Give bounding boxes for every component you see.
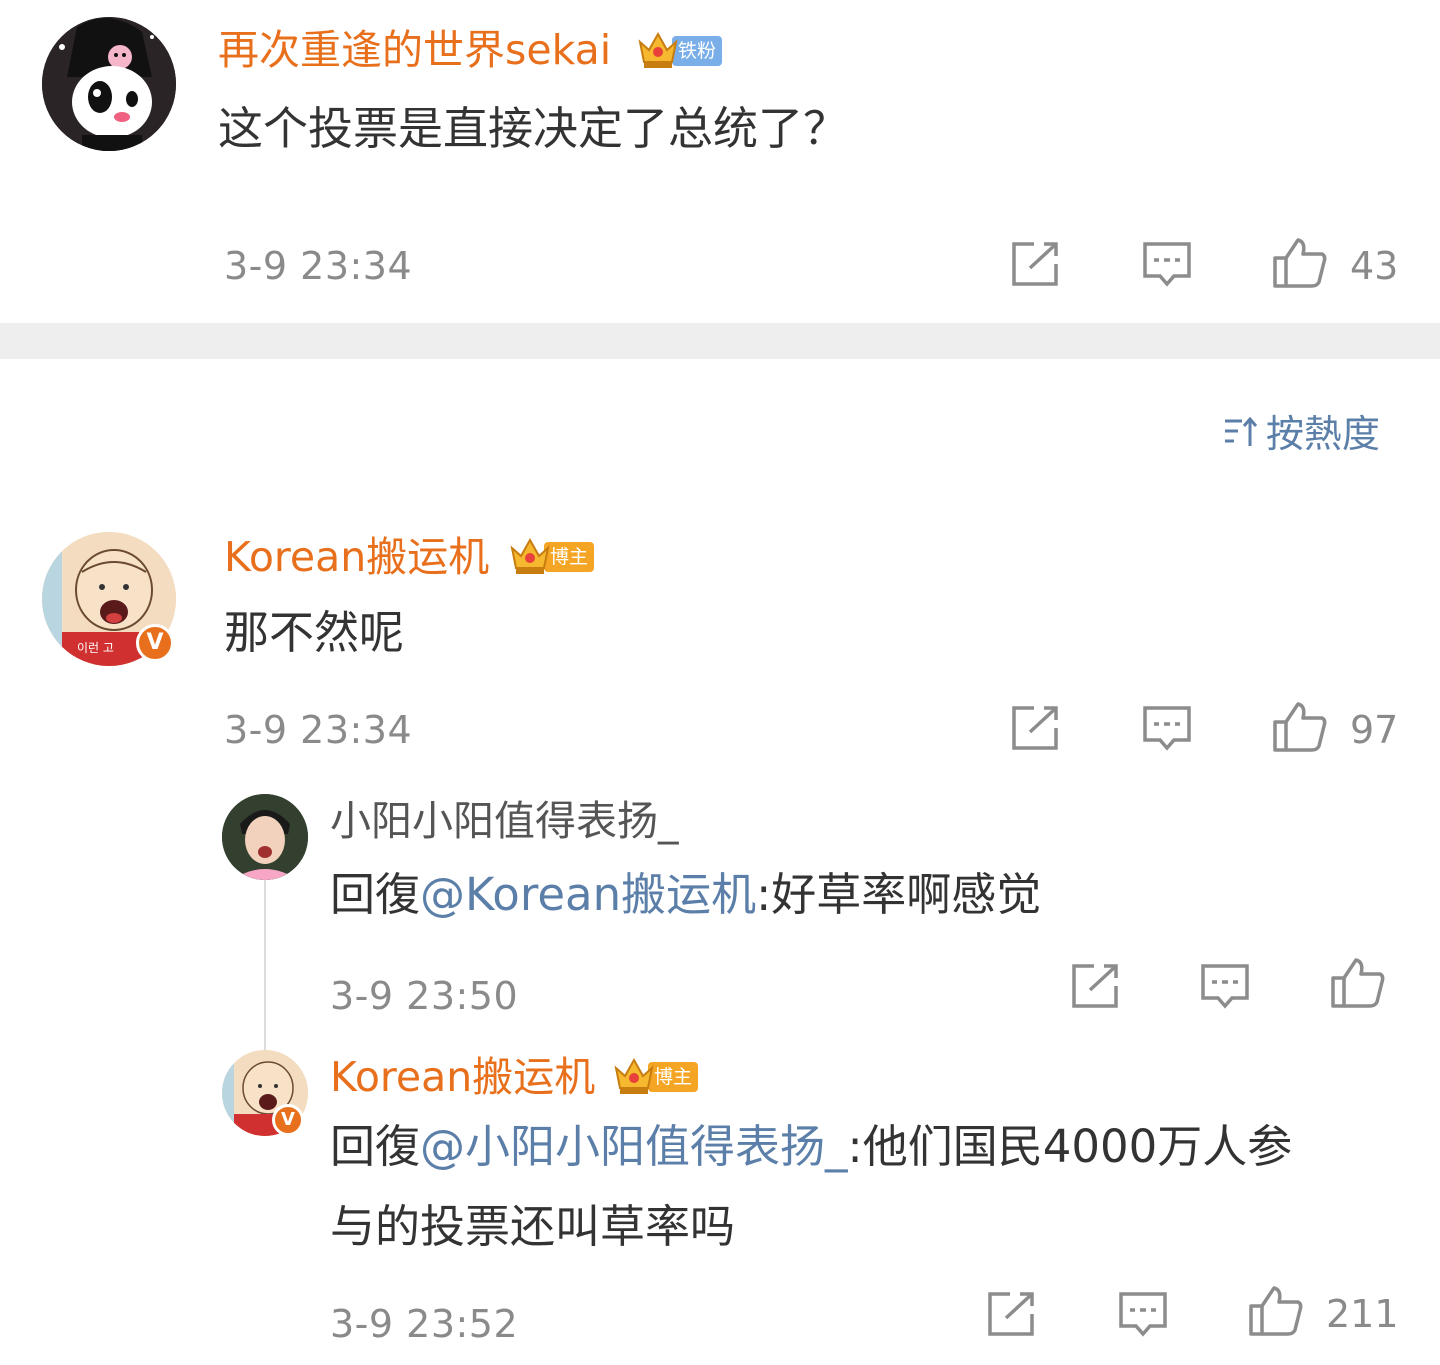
like-icon[interactable] [1272,700,1328,754]
reply-prefix: 回復 [330,1120,421,1173]
reply-body: :好草率啊感觉 [756,868,1042,921]
mention-link[interactable]: @Korean搬运机 [420,868,756,921]
sort-toggle[interactable]: 按熱度 [1222,410,1380,458]
comment-icon[interactable] [1200,962,1250,1012]
crown-icon [612,1054,656,1100]
reply-text: 回復@Korean搬运机:好草率啊感觉 [330,866,1041,924]
comment-icon[interactable] [1142,240,1192,290]
timestamp: 3-9 23:34 [224,244,413,288]
crown-icon [508,534,552,580]
comment-text: 那不然呢 [224,606,405,659]
username[interactable]: Korean搬运机 [224,530,489,584]
comment-icon[interactable] [1118,1290,1168,1340]
timestamp: 3-9 23:52 [330,1302,519,1346]
reply-text-line2: 与的投票还叫草率吗 [330,1200,736,1253]
username[interactable]: 再次重逢的世界sekai [218,24,611,76]
person-avatar-icon [222,794,308,880]
reply-text: 回復@小阳小阳值得表扬_:他们国民4000万人参 [330,1118,1292,1176]
share-icon[interactable] [986,1290,1036,1338]
username[interactable]: Korean搬运机 [330,1050,595,1104]
kuromi-avatar-icon [42,17,176,151]
like-count: 43 [1350,244,1399,288]
username[interactable]: 小阳小阳值得表扬_ [330,794,679,848]
section-divider [0,323,1440,359]
sort-label: 按熱度 [1266,412,1381,456]
svg-text:이런 고: 이런 고 [77,641,114,655]
verified-badge: V [136,624,174,662]
blogger-badge[interactable]: 博主 [508,534,595,580]
avatar-kuromi[interactable] [42,17,176,151]
sort-icon [1222,414,1258,454]
share-icon[interactable] [1070,962,1120,1010]
verified-badge: V [272,1104,304,1136]
like-icon[interactable] [1272,236,1328,290]
like-count: 211 [1326,1292,1399,1336]
share-icon[interactable] [1010,704,1060,752]
comment-text: 这个投票是直接决定了总统了？ [218,102,849,155]
avatar-person[interactable] [222,794,308,880]
share-icon[interactable] [1010,240,1060,288]
like-icon[interactable] [1248,1284,1304,1338]
blogger-badge[interactable]: 博主 [612,1054,699,1100]
comment-icon[interactable] [1142,704,1192,754]
crown-icon [636,28,680,74]
like-count: 97 [1350,708,1399,752]
timestamp: 3-9 23:34 [224,708,413,752]
like-icon[interactable] [1330,956,1386,1010]
reply-prefix: 回復 [330,868,421,921]
timestamp: 3-9 23:50 [330,974,519,1018]
fan-badge[interactable]: 铁粉 [636,28,723,74]
mention-link[interactable]: @小阳小阳值得表扬_ [420,1120,848,1173]
thread-line [264,880,266,1050]
reply-body: :他们国民4000万人参 [847,1120,1293,1173]
